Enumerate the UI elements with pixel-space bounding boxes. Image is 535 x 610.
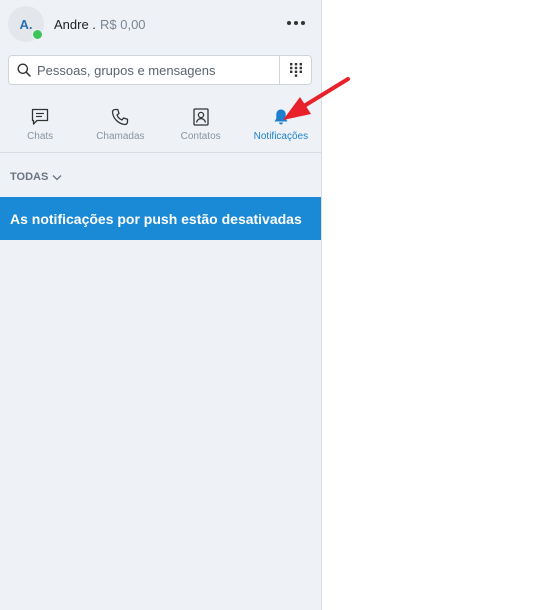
navigation-tabs: Chats Chamadas Contatos Notificações bbox=[0, 100, 321, 153]
phone-icon bbox=[112, 108, 129, 126]
tab-notifications-label: Notificações bbox=[253, 131, 309, 142]
search-icon bbox=[17, 63, 31, 77]
presence-indicator bbox=[32, 29, 43, 40]
user-name[interactable]: Andre . bbox=[54, 17, 96, 32]
filter-dropdown[interactable]: TODAS bbox=[10, 171, 62, 183]
profile-header: A. Andre . R$ 0,00 bbox=[0, 0, 321, 50]
banner-text: As notificações por push estão desativad… bbox=[10, 210, 302, 227]
tab-chats[interactable]: Chats bbox=[0, 100, 80, 152]
tab-contacts-label: Contatos bbox=[180, 131, 221, 142]
tab-contacts[interactable]: Contatos bbox=[161, 100, 241, 152]
ellipsis-icon bbox=[287, 21, 291, 25]
dialpad-icon bbox=[289, 63, 302, 77]
search-input[interactable] bbox=[37, 56, 281, 84]
contacts-icon bbox=[192, 108, 209, 126]
avatar-initials: A. bbox=[19, 16, 33, 32]
push-disabled-banner[interactable]: As notificações por push estão desativad… bbox=[0, 197, 321, 240]
more-options-button[interactable] bbox=[282, 12, 310, 34]
chat-icon bbox=[31, 108, 49, 125]
avatar[interactable]: A. bbox=[8, 6, 44, 42]
filter-label: TODAS bbox=[10, 171, 49, 183]
tab-chats-label: Chats bbox=[27, 131, 54, 142]
chevron-down-icon bbox=[52, 174, 62, 180]
tab-calls[interactable]: Chamadas bbox=[80, 100, 160, 152]
search-box bbox=[8, 55, 312, 85]
annotation-arrow-icon bbox=[283, 77, 350, 120]
credit-balance[interactable]: R$ 0,00 bbox=[100, 17, 146, 32]
tab-calls-label: Chamadas bbox=[96, 131, 145, 142]
sidebar: A. Andre . R$ 0,00 Pessoas, grupos e men… bbox=[0, 0, 322, 610]
